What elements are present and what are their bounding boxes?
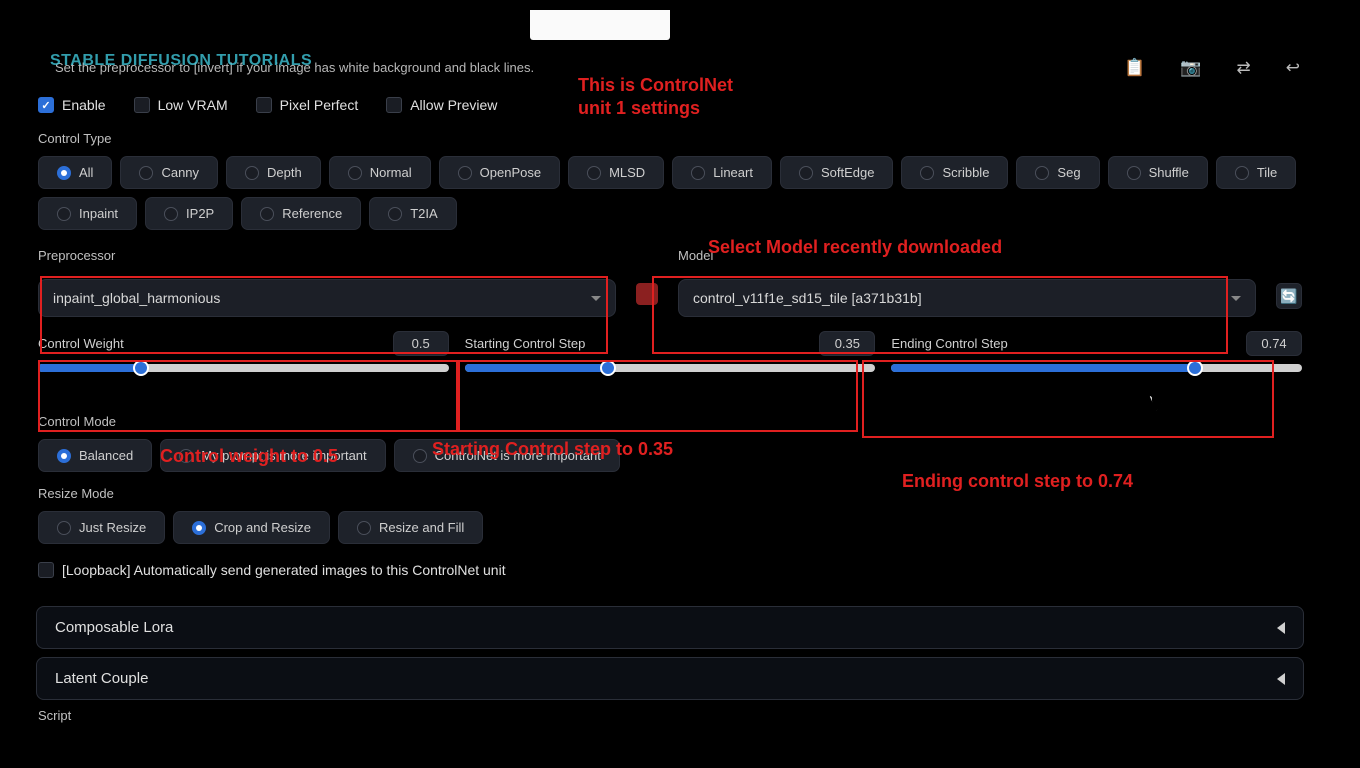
loopback-checkbox[interactable]: [Loopback] Automatically send generated … [38,562,1302,578]
radio-icon [458,166,472,180]
control-type-pills: All Canny Depth Normal OpenPose MLSD Lin… [38,156,1302,230]
latent-couple-accordion[interactable]: Latent Couple [36,657,1304,700]
latent-couple-label: Latent Couple [55,670,148,687]
options-row: Enable Low VRAM Pixel Perfect Allow Prev… [38,97,1302,113]
script-label: Script [38,708,1302,723]
radio-icon [245,166,259,180]
controltype-t2ia[interactable]: T2IA [369,197,456,230]
radio-icon [357,521,371,535]
radio-icon [164,207,178,221]
controltype-openpose[interactable]: OpenPose [439,156,560,189]
ending-step-label: Ending Control Step [891,336,1007,351]
starting-step-label: Starting Control Step [465,336,586,351]
controltype-scribble[interactable]: Scribble [901,156,1008,189]
resizemode-just[interactable]: Just Resize [38,511,165,544]
radio-icon [57,166,71,180]
collapse-icon [1277,673,1285,685]
radio-icon [388,207,402,221]
radio-icon [920,166,934,180]
checkbox-icon [134,97,150,113]
radio-icon [260,207,274,221]
enable-checkbox[interactable]: Enable [38,97,106,113]
resizemode-fill[interactable]: Resize and Fill [338,511,483,544]
radio-icon [57,207,71,221]
preprocessor-model-row: Preprocessor inpaint_global_harmonious M… [38,248,1302,317]
controltype-ip2p[interactable]: IP2P [145,197,233,230]
starting-step-value[interactable]: 0.35 [819,331,875,356]
control-weight-label: Control Weight [38,336,124,351]
radio-icon [179,449,193,463]
controltype-normal[interactable]: Normal [329,156,431,189]
controltype-reference[interactable]: Reference [241,197,361,230]
preprocessor-select[interactable]: inpaint_global_harmonious [38,279,616,317]
radio-icon [57,449,71,463]
pixelperfect-label: Pixel Perfect [280,97,359,113]
model-value: control_v11f1e_sd15_tile [a371b31b] [693,290,922,306]
resizemode-crop[interactable]: Crop and Resize [173,511,330,544]
sliders-row: Control Weight 0.5 Starting Control Step… [38,331,1302,372]
ending-step-slider[interactable] [891,364,1302,372]
radio-icon [57,521,71,535]
ending-step-value[interactable]: 0.74 [1246,331,1302,356]
controltype-canny[interactable]: Canny [120,156,218,189]
radio-icon [348,166,362,180]
radio-icon [1127,166,1141,180]
controltype-lineart[interactable]: Lineart [672,156,772,189]
loopback-label: [Loopback] Automatically send generated … [62,562,506,578]
radio-icon [139,166,153,180]
radio-icon [192,521,206,535]
lowvram-checkbox[interactable]: Low VRAM [134,97,228,113]
enable-label: Enable [62,97,106,113]
starting-step-slider[interactable] [465,364,876,372]
resize-mode-label: Resize Mode [38,486,1302,501]
model-refresh-button[interactable]: 🔄 [1276,283,1302,309]
radio-icon [1235,166,1249,180]
controltype-seg[interactable]: Seg [1016,156,1099,189]
controltype-inpaint[interactable]: Inpaint [38,197,137,230]
checkbox-icon [38,97,54,113]
radio-icon [413,449,427,463]
chevron-down-icon [591,296,601,301]
controltype-tile[interactable]: Tile [1216,156,1296,189]
controlmode-balanced[interactable]: Balanced [38,439,152,472]
pixelperfect-checkbox[interactable]: Pixel Perfect [256,97,359,113]
allowpreview-checkbox[interactable]: Allow Preview [386,97,497,113]
allowpreview-label: Allow Preview [410,97,497,113]
preprocessor-value: inpaint_global_harmonious [53,290,220,306]
checkbox-icon [38,562,54,578]
run-preprocessor-button[interactable] [636,283,658,305]
control-weight-slider[interactable] [38,364,449,372]
radio-icon [587,166,601,180]
composable-lora-accordion[interactable]: Composable Lora [36,606,1304,649]
controltype-mlsd[interactable]: MLSD [568,156,664,189]
preprocessor-label: Preprocessor [38,248,616,263]
checkbox-icon [256,97,272,113]
chevron-down-icon [1231,296,1241,301]
composable-lora-label: Composable Lora [55,619,173,636]
main-panel: Set the preprocessor to [invert] if your… [20,10,1320,731]
radio-icon [1035,166,1049,180]
controltype-softedge[interactable]: SoftEdge [780,156,894,189]
model-label: Model [678,248,1256,263]
controltype-depth[interactable]: Depth [226,156,321,189]
controlmode-controlnet[interactable]: ControlNet is more important [394,439,620,472]
watermark-text: STABLE DIFFUSION TUTORIALS [50,52,312,70]
control-weight-value[interactable]: 0.5 [393,331,449,356]
controltype-all[interactable]: All [38,156,112,189]
radio-icon [691,166,705,180]
radio-icon [799,166,813,180]
lowvram-label: Low VRAM [158,97,228,113]
model-select[interactable]: control_v11f1e_sd15_tile [a371b31b] [678,279,1256,317]
control-type-label: Control Type [38,131,1302,146]
controlmode-prompt[interactable]: My prompt is more important [160,439,385,472]
collapse-icon [1277,622,1285,634]
control-mode-label: Control Mode [38,414,1302,429]
controltype-shuffle[interactable]: Shuffle [1108,156,1208,189]
checkbox-icon [386,97,402,113]
